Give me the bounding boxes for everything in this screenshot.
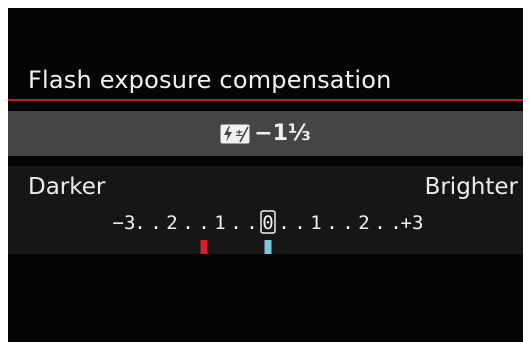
scale-dot: . bbox=[278, 212, 289, 234]
scale-tick-label: −3 bbox=[113, 212, 136, 234]
scale-dot: . bbox=[134, 212, 145, 234]
value-text: −1⅓ bbox=[254, 121, 311, 146]
scale-dot: . bbox=[342, 212, 353, 234]
menu-title: Flash exposure compensation bbox=[28, 66, 392, 94]
flash-exposure-compensation-icon: ± bbox=[220, 124, 250, 143]
standard-level-marker bbox=[264, 240, 272, 254]
scale-tick-label: +3 bbox=[401, 212, 424, 234]
value-bar[interactable]: ± −1⅓ bbox=[8, 111, 523, 156]
scale-tick-label: 2 bbox=[166, 212, 177, 234]
exposure-level-scale[interactable]: −3.. 2.. 1.. 0.. 1.. 2. .+3 bbox=[8, 166, 523, 254]
scale-dot: . bbox=[230, 212, 241, 234]
title-divider bbox=[8, 99, 523, 101]
scale-tick-label: 1 bbox=[214, 212, 225, 234]
scale-tick-label: 1 bbox=[310, 212, 321, 234]
scale-dot: . bbox=[294, 212, 305, 234]
scale-dot: . bbox=[374, 212, 385, 234]
scale-dot: . bbox=[182, 212, 193, 234]
value-display: ± −1⅓ bbox=[8, 111, 523, 156]
scale-dot: . bbox=[326, 212, 337, 234]
scale-tick-label: 0 bbox=[262, 212, 273, 234]
exposure-scale-panel: Darker Brighter −3.. 2.. 1.. 0.. 1.. 2.. +3 bbox=[8, 166, 523, 254]
scale-dot: . bbox=[150, 212, 161, 234]
scale-dot: . bbox=[246, 212, 257, 234]
scale-dot: . bbox=[198, 212, 209, 234]
camera-menu-screen: Flash exposure compensation ± −1⅓ Darker… bbox=[8, 8, 523, 342]
current-level-marker bbox=[200, 240, 208, 254]
scale-tick-label: 2 bbox=[358, 212, 369, 234]
